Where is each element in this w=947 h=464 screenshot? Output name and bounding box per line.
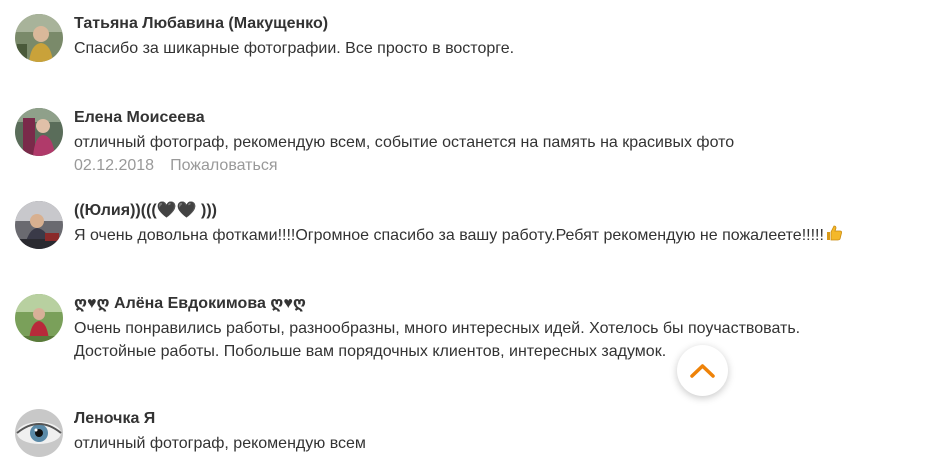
thumbs-up-icon	[825, 224, 843, 242]
comment-text: отличный фотограф, рекомендую всем	[74, 435, 366, 452]
avatar[interactable]	[15, 14, 63, 62]
comment-text: Я очень довольна фотками!!!!Огромное спа…	[74, 224, 843, 247]
comment-author[interactable]: ((Юлия))(((🖤🖤 )))	[74, 201, 217, 221]
comment-meta: 02.12.2018 Пожаловаться	[74, 156, 278, 176]
comment-text: Спасибо за шикарные фотографии. Все прос…	[74, 40, 515, 57]
comment-author[interactable]: Елена Моисеева	[74, 108, 205, 128]
avatar[interactable]	[15, 294, 63, 342]
avatar[interactable]	[15, 409, 63, 457]
comment-text-body: Я очень довольна фотками!!!!Огромное спа…	[74, 227, 824, 244]
comments-list: Татьяна Любавина (Макущенко) Спасибо за …	[0, 0, 947, 464]
comment-author[interactable]: Татьяна Любавина (Макущенко)	[74, 14, 328, 34]
comment-author[interactable]: ღ♥ღ Алёна Евдокимова ღ♥ღ	[74, 294, 306, 314]
avatar[interactable]	[15, 108, 63, 156]
report-link[interactable]: Пожаловаться	[170, 157, 277, 174]
comment-date: 02.12.2018	[74, 157, 155, 174]
comment-author[interactable]: Леночка Я	[74, 409, 155, 429]
scroll-to-top-button[interactable]	[677, 345, 728, 396]
chevron-up-icon	[690, 364, 715, 378]
avatar[interactable]	[15, 201, 63, 249]
comment-text: отличный фотограф, рекомендую всем, собы…	[74, 134, 735, 151]
comment-text-line: Очень понравились работы, разнообразны, …	[74, 320, 801, 337]
